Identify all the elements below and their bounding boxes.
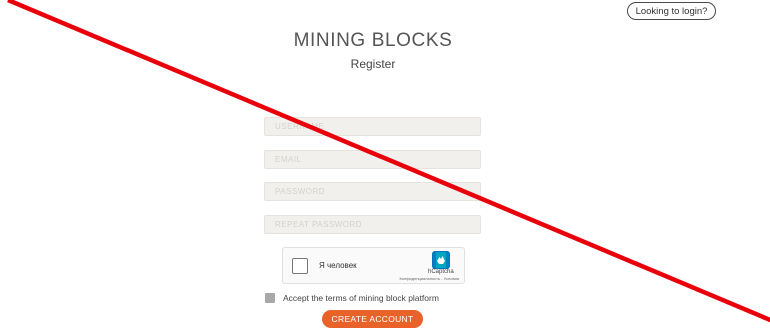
- repeat-password-input[interactable]: [264, 215, 481, 234]
- page-subtitle: Register: [350, 57, 396, 71]
- password-input[interactable]: [264, 182, 481, 201]
- captcha-brand-label: hCaptcha: [428, 269, 454, 275]
- email-input[interactable]: [264, 150, 481, 169]
- terms-checkbox[interactable]: [265, 293, 275, 303]
- captcha-footer-links[interactable]: Конфиденциальность - Условия: [399, 276, 459, 281]
- login-link-button[interactable]: Looking to login?: [627, 2, 716, 20]
- site-title: MINING BLOCKS: [293, 30, 453, 51]
- create-account-button[interactable]: CREATE ACCOUNT: [322, 310, 423, 328]
- captcha-label: Я человек: [319, 261, 357, 270]
- captcha-checkbox[interactable]: [292, 258, 308, 274]
- hcaptcha-logo-icon: [432, 251, 450, 269]
- terms-label: Accept the terms of mining block platfor…: [283, 293, 439, 303]
- captcha-widget: Я человек hCaptcha Конфиденциальность - …: [282, 247, 465, 284]
- username-input[interactable]: [264, 117, 481, 136]
